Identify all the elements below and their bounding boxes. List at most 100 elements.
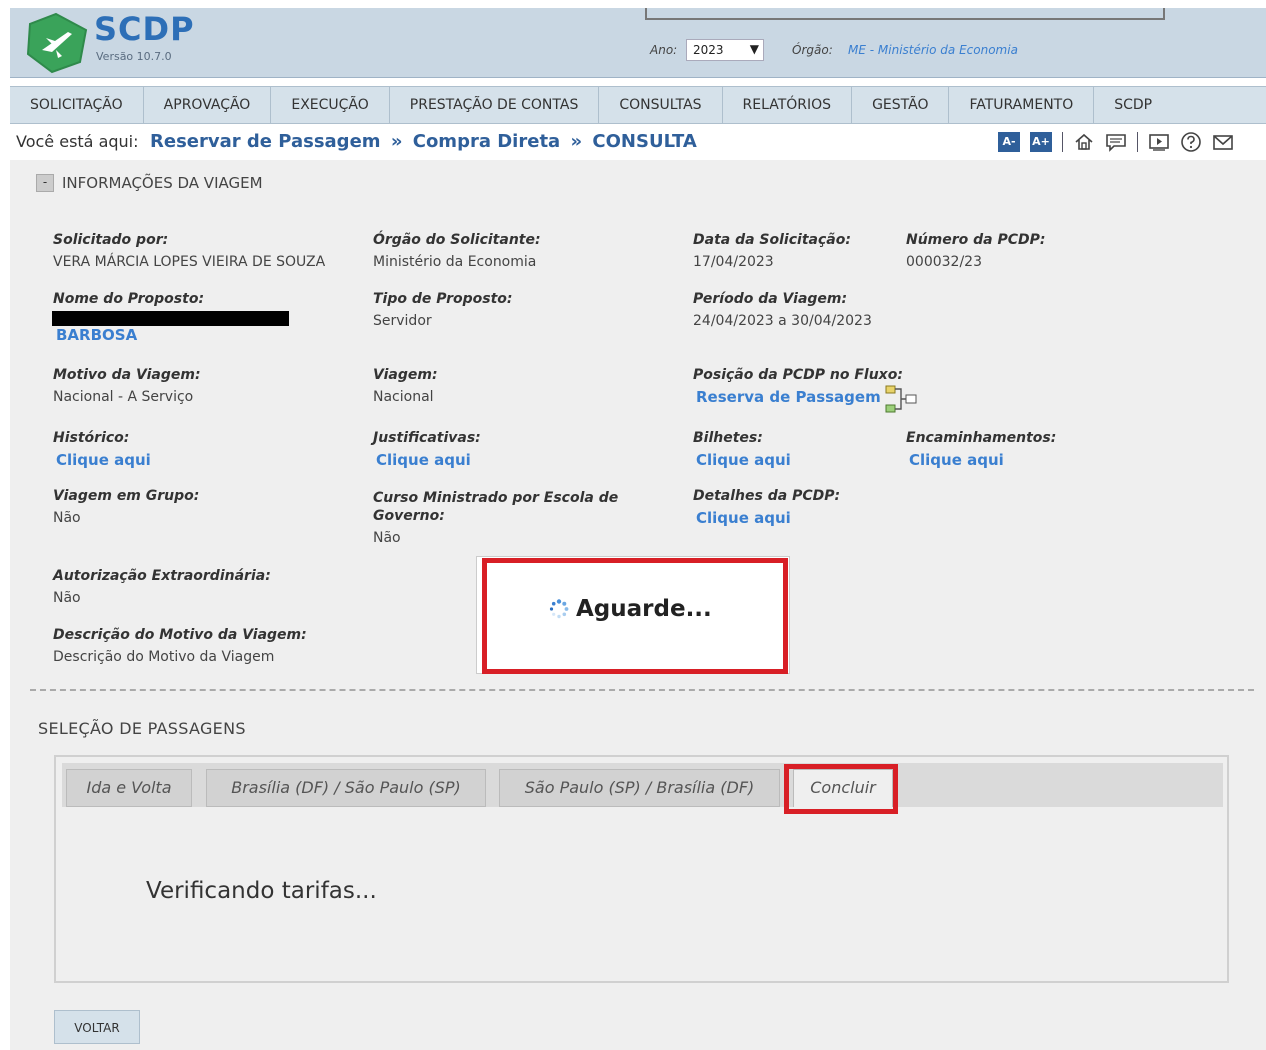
voltar-button[interactable]: VOLTAR: [54, 1010, 140, 1044]
field-justificativas: Justificativas: Clique aqui: [373, 429, 481, 469]
field-value: 24/04/2023 a 30/04/2023: [693, 313, 872, 329]
field-motivo-viagem: Motivo da Viagem: Nacional - A Serviço: [53, 366, 201, 406]
tab-ida-e-volta[interactable]: Ida e Volta: [66, 769, 192, 807]
tab-bar: Ida e Volta Brasília (DF) / São Paulo (S…: [62, 763, 1223, 807]
logo-title: SCDP: [94, 10, 195, 48]
field-label: Descrição do Motivo da Viagem:: [53, 627, 307, 643]
menu-prestacao-de-contas[interactable]: PRESTAÇÃO DE CONTAS: [390, 87, 600, 123]
field-encaminhamentos: Encaminhamentos: Clique aqui: [906, 429, 1056, 469]
home-icon[interactable]: [1073, 131, 1095, 153]
encaminhamentos-link[interactable]: Clique aqui: [909, 451, 1056, 469]
highlight-box: [784, 764, 898, 814]
field-label: Histórico:: [53, 430, 130, 446]
justificativas-link[interactable]: Clique aqui: [376, 451, 481, 469]
field-bilhetes: Bilhetes: Clique aqui: [693, 429, 791, 469]
field-value: Descrição do Motivo da Viagem: [53, 649, 275, 665]
field-value: Nacional: [373, 389, 434, 405]
field-value: Não: [53, 510, 81, 526]
bilhetes-link[interactable]: Clique aqui: [696, 451, 791, 469]
menu-scdp[interactable]: SCDP: [1094, 87, 1172, 123]
year-select-value: 2023: [693, 43, 724, 57]
orgao-link[interactable]: ME - Ministério da Economia: [848, 43, 1018, 57]
field-label: Encaminhamentos:: [906, 430, 1057, 446]
year-label: Ano:: [650, 43, 678, 57]
breadcrumb-item-reservar[interactable]: Reservar de Passagem: [150, 131, 381, 152]
posicao-link[interactable]: Reserva de Passagem: [696, 388, 903, 406]
font-decrease-button[interactable]: A-: [998, 132, 1020, 152]
help-icon[interactable]: [1180, 131, 1202, 153]
menu-consultas[interactable]: CONSULTAS: [599, 87, 723, 123]
field-value: 17/04/2023: [693, 254, 774, 270]
field-label: Detalhes da PCDP:: [693, 488, 841, 504]
field-descricao-motivo: Descrição do Motivo da Viagem: Descrição…: [53, 626, 307, 666]
field-value: 000032/23: [906, 254, 982, 270]
field-value: Nacional - A Serviço: [53, 389, 194, 405]
field-value: Não: [53, 590, 81, 606]
field-curso-ministrado: Curso Ministrado por Escola de Governo: …: [373, 489, 633, 547]
field-orgao-solicitante: Órgão do Solicitante: Ministério da Econ…: [373, 231, 541, 271]
highlight-box: [482, 558, 788, 674]
collapse-icon[interactable]: -: [36, 174, 54, 192]
font-increase-button[interactable]: A+: [1030, 132, 1052, 152]
field-viagem: Viagem: Nacional: [373, 366, 438, 406]
field-label: Autorização Extraordinária:: [53, 568, 271, 584]
workflow-icon[interactable]: [884, 385, 918, 413]
selecao-passagens-title: SELEÇÃO DE PASSAGENS: [38, 719, 246, 738]
menu-execucao[interactable]: EXECUÇÃO: [271, 87, 390, 123]
field-detalhes-pcdp: Detalhes da PCDP: Clique aqui: [693, 487, 840, 527]
tab-sao-paulo-brasilia[interactable]: São Paulo (SP) / Brasília (DF): [499, 769, 780, 807]
detalhes-link[interactable]: Clique aqui: [696, 509, 840, 527]
field-label: Bilhetes:: [693, 430, 763, 446]
year-select[interactable]: 2023 ▼: [686, 39, 764, 61]
field-nome-proposto: Nome do Proposto:: [53, 290, 204, 308]
field-label: Solicitado por:: [53, 232, 169, 248]
breadcrumb-label: Você está aqui:: [16, 132, 139, 151]
video-icon[interactable]: [1148, 131, 1170, 153]
field-label: Justificativas:: [373, 430, 481, 446]
field-historico: Histórico: Clique aqui: [53, 429, 151, 469]
field-tipo-proposto: Tipo de Proposto: Servidor: [373, 290, 513, 330]
section-header-informacoes[interactable]: - INFORMAÇÕES DA VIAGEM: [36, 174, 263, 192]
section-divider: [30, 689, 1254, 691]
field-nome-proposto-link: BARBOSA: [56, 326, 137, 344]
field-label: Curso Ministrado por Escola de Governo:: [373, 490, 619, 524]
orgao-label: Órgão:: [792, 43, 833, 57]
field-label: Viagem:: [373, 367, 438, 383]
tabs-container: Ida e Volta Brasília (DF) / São Paulo (S…: [54, 755, 1229, 983]
chevron-down-icon: ▼: [749, 42, 759, 56]
field-autorizacao: Autorização Extraordinária: Não: [53, 567, 271, 607]
tab-brasilia-sao-paulo[interactable]: Brasília (DF) / São Paulo (SP): [206, 769, 486, 807]
field-solicitado-por: Solicitado por: VERA MÁRCIA LOPES VIEIRA…: [53, 231, 325, 271]
menu-relatorios[interactable]: RELATÓRIOS: [723, 87, 853, 123]
field-label: Número da PCDP:: [906, 232, 1046, 248]
field-data-solicitacao: Data da Solicitação: 17/04/2023: [693, 231, 851, 271]
toolbar: A- A+: [998, 131, 1234, 153]
field-value: Servidor: [373, 313, 432, 329]
field-label: Motivo da Viagem:: [53, 367, 201, 383]
breadcrumb: Reservar de Passagem » Compra Direta » C…: [150, 131, 697, 152]
proposto-name-link[interactable]: BARBOSA: [56, 326, 137, 344]
historico-link[interactable]: Clique aqui: [56, 451, 151, 469]
menu-faturamento[interactable]: FATURAMENTO: [949, 87, 1095, 123]
menu-solicitacao[interactable]: SOLICITAÇÃO: [10, 87, 144, 123]
toolbar-divider: [1137, 132, 1138, 152]
breadcrumb-item-consulta: CONSULTA: [592, 131, 697, 152]
field-posicao-fluxo: Posição da PCDP no Fluxo: Reserva de Pas…: [693, 366, 903, 406]
chat-icon[interactable]: [1105, 131, 1127, 153]
field-value: Ministério da Economia: [373, 254, 537, 270]
field-numero-pcdp: Número da PCDP: 000032/23: [906, 231, 1046, 271]
plane-logo-icon[interactable]: [22, 10, 90, 74]
field-viagem-grupo: Viagem em Grupo: Não: [53, 487, 199, 527]
breadcrumb-item-compra-direta[interactable]: Compra Direta: [413, 131, 560, 152]
menu-gestao[interactable]: GESTÃO: [852, 87, 950, 123]
toolbar-divider: [1062, 132, 1063, 152]
mail-icon[interactable]: [1212, 131, 1234, 153]
field-label: Órgão do Solicitante:: [373, 232, 541, 248]
field-label: Posição da PCDP no Fluxo:: [693, 367, 903, 383]
menu-aprovacao[interactable]: APROVAÇÃO: [144, 87, 272, 123]
field-value: VERA MÁRCIA LOPES VIEIRA DE SOUZA: [53, 254, 326, 270]
breadcrumb-separator: »: [570, 131, 583, 152]
field-label: Nome do Proposto:: [53, 291, 205, 307]
field-periodo-viagem: Período da Viagem: 24/04/2023 a 30/04/20…: [693, 290, 872, 330]
redacted-name: [52, 311, 289, 326]
